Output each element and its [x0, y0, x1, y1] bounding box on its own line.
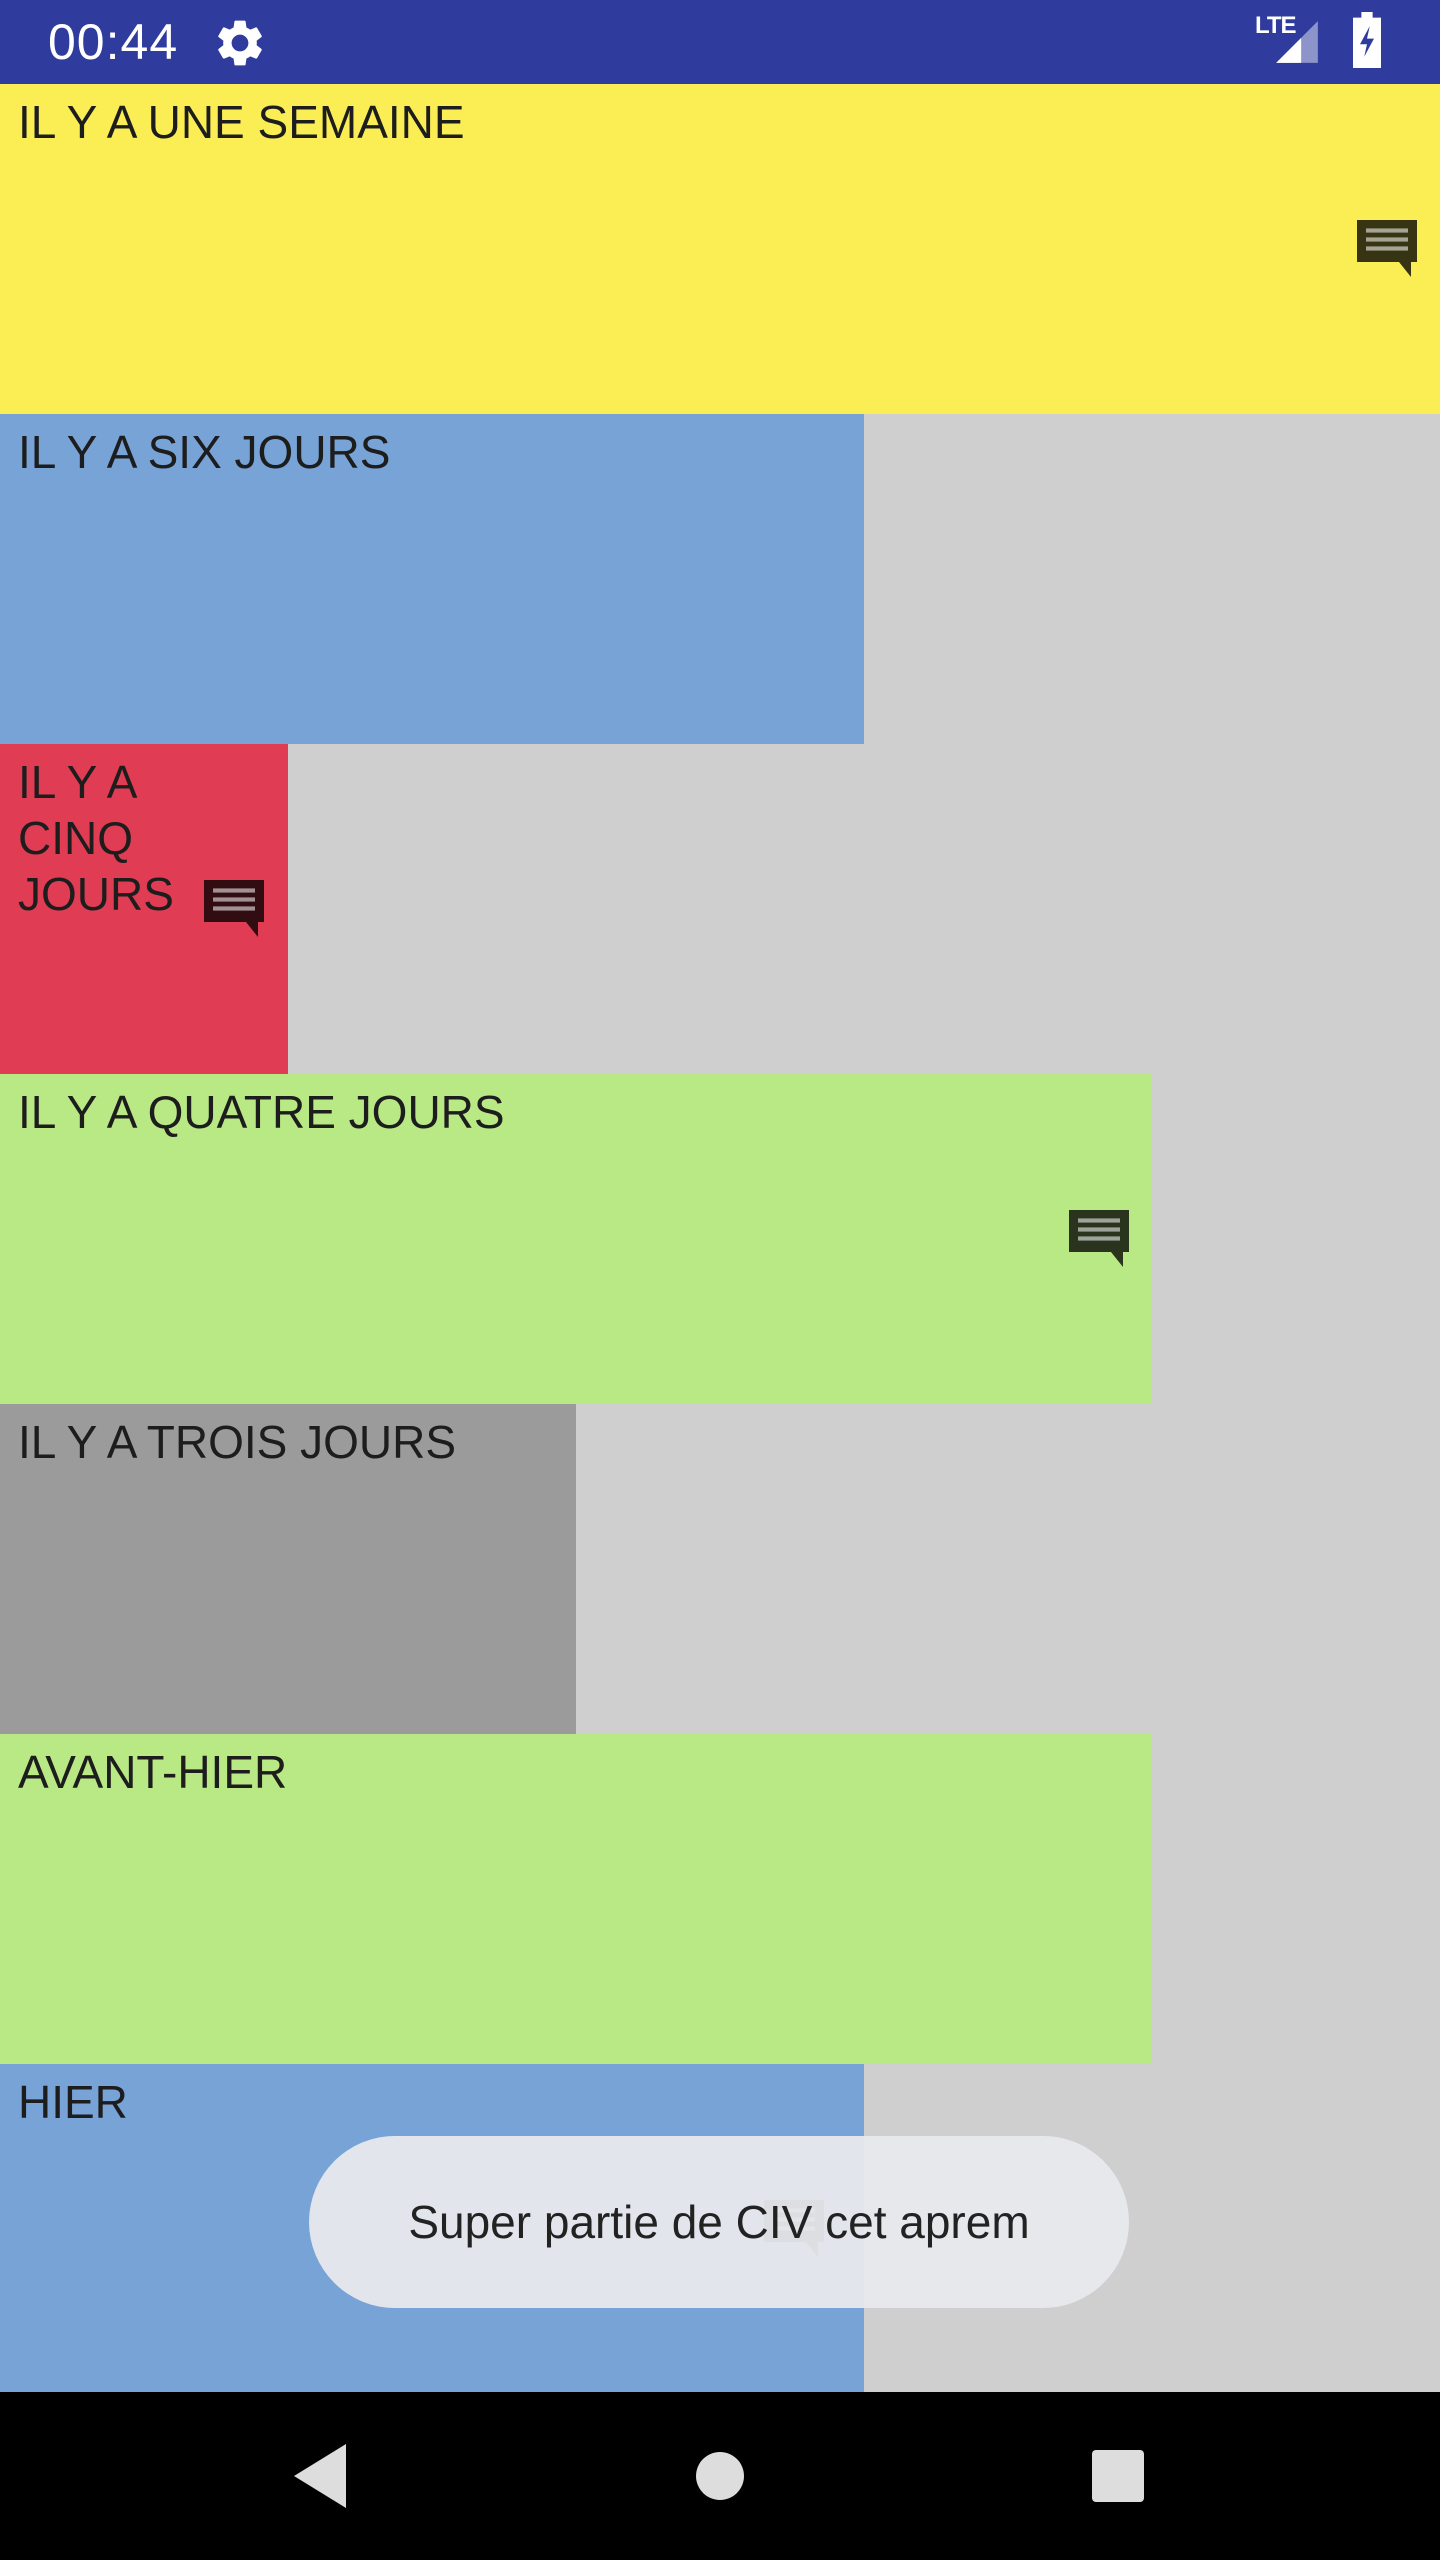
signal-icon: [1276, 21, 1318, 63]
comment-icon[interactable]: [1062, 1204, 1136, 1270]
status-bar: 00:44 LTE: [0, 0, 1440, 84]
day-label: IL Y A SIX JOURS: [18, 426, 391, 478]
day-label: IL Y A CINQ JOURS: [18, 756, 174, 920]
day-label: IL Y A UNE SEMAINE: [18, 96, 465, 148]
status-time: 00:44: [48, 14, 179, 70]
toast-message: Super partie de CIV cet aprem: [309, 2136, 1129, 2308]
back-icon[interactable]: [282, 2436, 362, 2516]
day-bar[interactable]: IL Y A TROIS JOURS: [0, 1404, 576, 1734]
day-label: HIER: [18, 2076, 128, 2128]
day-bar[interactable]: IL Y A SIX JOURS: [0, 414, 864, 744]
day-label: AVANT-HIER: [18, 1746, 288, 1798]
day-bar[interactable]: IL Y A QUATRE JOURS: [0, 1074, 1152, 1404]
battery-charging-icon: [1353, 12, 1381, 68]
day-label: IL Y A QUATRE JOURS: [18, 1086, 505, 1138]
recents-icon[interactable]: [1078, 2436, 1158, 2516]
gear-icon: [218, 20, 262, 66]
comment-icon[interactable]: [197, 874, 271, 940]
day-bar[interactable]: AVANT-HIER: [0, 1734, 1152, 2064]
day-label: IL Y A TROIS JOURS: [18, 1416, 457, 1468]
day-bar[interactable]: IL Y A UNE SEMAINE: [0, 84, 1440, 414]
home-icon[interactable]: [680, 2436, 760, 2516]
comment-icon[interactable]: [1350, 214, 1424, 280]
navigation-bar: [0, 2392, 1440, 2560]
day-list[interactable]: IL Y A UNE SEMAINE IL Y A SIX JOURS IL Y A…: [0, 84, 1440, 2394]
day-bar[interactable]: IL Y A CINQ JOURS: [0, 744, 288, 1074]
